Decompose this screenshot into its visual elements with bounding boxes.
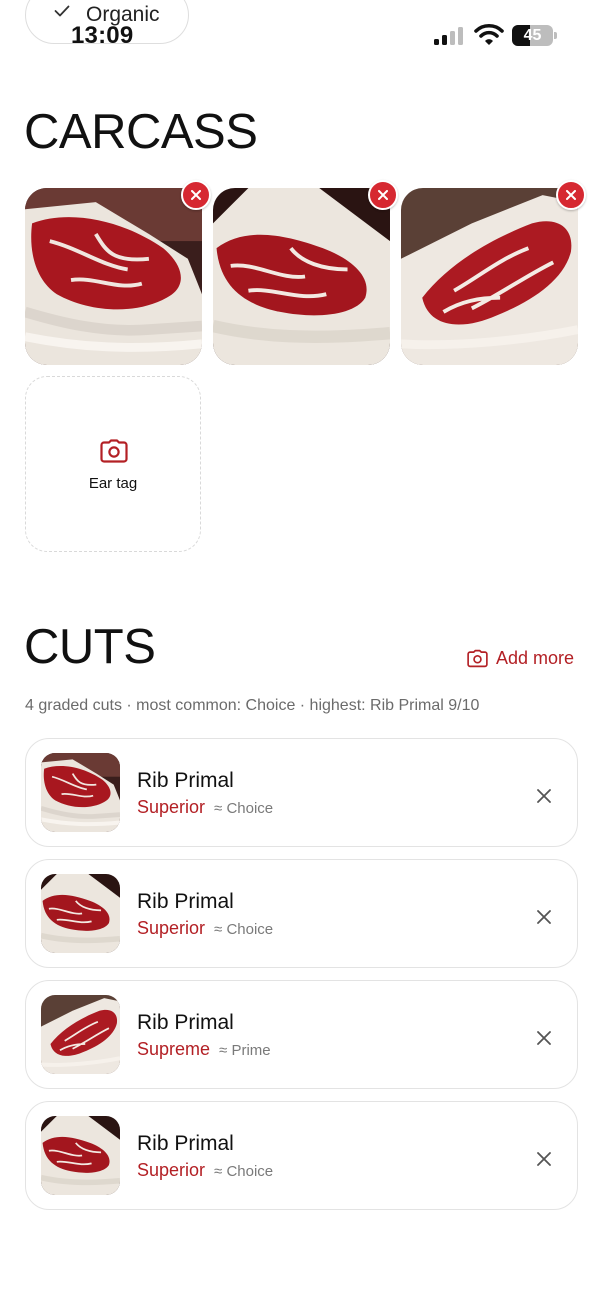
ear-tag-label: Ear tag <box>88 475 138 492</box>
remove-cut-button[interactable] <box>531 1025 557 1051</box>
cut-usda-equivalent: ≈ Choice <box>214 921 274 938</box>
cut-grade: Superior <box>137 797 206 817</box>
add-more-button[interactable]: Add more <box>467 645 574 671</box>
carcass-photo-1[interactable] <box>25 188 202 365</box>
cut-name: Rib Primal <box>137 1011 234 1034</box>
camera-icon <box>100 439 128 463</box>
add-more-label: Add more <box>496 647 575 668</box>
battery-percent: 45 <box>523 27 542 44</box>
close-icon <box>191 190 201 200</box>
cut-grade: Superior <box>137 1160 206 1180</box>
cut-usda-equivalent: ≈ Prime <box>219 1042 271 1059</box>
close-icon <box>378 190 388 200</box>
cut-name: Rib Primal <box>137 1132 234 1155</box>
remove-cut-button[interactable] <box>531 783 557 809</box>
ear-tag-photo-button[interactable]: Ear tag <box>25 376 201 552</box>
cuts-summary: 4 graded cuts · most common: Choice · hi… <box>25 697 480 714</box>
cut-card[interactable]: Rib Primal Superior ≈ Choice <box>25 859 578 968</box>
cut-usda-equivalent: ≈ Choice <box>214 800 274 817</box>
status-time: 13:09 <box>71 22 134 49</box>
carcass-photo-3[interactable] <box>401 188 578 365</box>
cut-thumbnail <box>41 753 120 832</box>
cellular-signal-icon <box>434 27 463 45</box>
cut-thumbnail <box>41 874 120 953</box>
cut-usda-equivalent: ≈ Choice <box>214 1163 274 1180</box>
status-bar: Organic 13:09 45 <box>0 0 603 60</box>
carcass-photo-2[interactable] <box>213 188 390 365</box>
camera-icon <box>467 649 488 668</box>
cut-grade: Superior <box>137 918 206 938</box>
cut-thumbnail <box>41 1116 120 1195</box>
battery-icon: 45 <box>512 25 558 47</box>
cut-name: Rib Primal <box>137 769 234 792</box>
remove-cut-button[interactable] <box>531 904 557 930</box>
close-icon <box>537 1152 551 1166</box>
wifi-icon <box>474 23 504 45</box>
cut-card[interactable]: Rib Primal Supreme ≈ Prime <box>25 980 578 1089</box>
cuts-section-title: CUTS <box>24 620 156 674</box>
remove-photo-2-button[interactable] <box>368 180 398 210</box>
close-icon <box>537 1031 551 1045</box>
cut-card[interactable]: Rib Primal Superior ≈ Choice <box>25 1101 578 1210</box>
checkmark-icon <box>54 5 70 17</box>
close-icon <box>566 190 576 200</box>
remove-photo-1-button[interactable] <box>181 180 211 210</box>
close-icon <box>537 910 551 924</box>
carcass-section-title: CARCASS <box>24 105 258 159</box>
cut-name: Rib Primal <box>137 890 234 913</box>
remove-cut-button[interactable] <box>531 1146 557 1172</box>
close-icon <box>537 789 551 803</box>
cut-grade: Supreme <box>137 1039 211 1059</box>
remove-photo-3-button[interactable] <box>556 180 586 210</box>
cut-thumbnail <box>41 995 120 1074</box>
cut-card[interactable]: Rib Primal Superior ≈ Choice <box>25 738 578 847</box>
